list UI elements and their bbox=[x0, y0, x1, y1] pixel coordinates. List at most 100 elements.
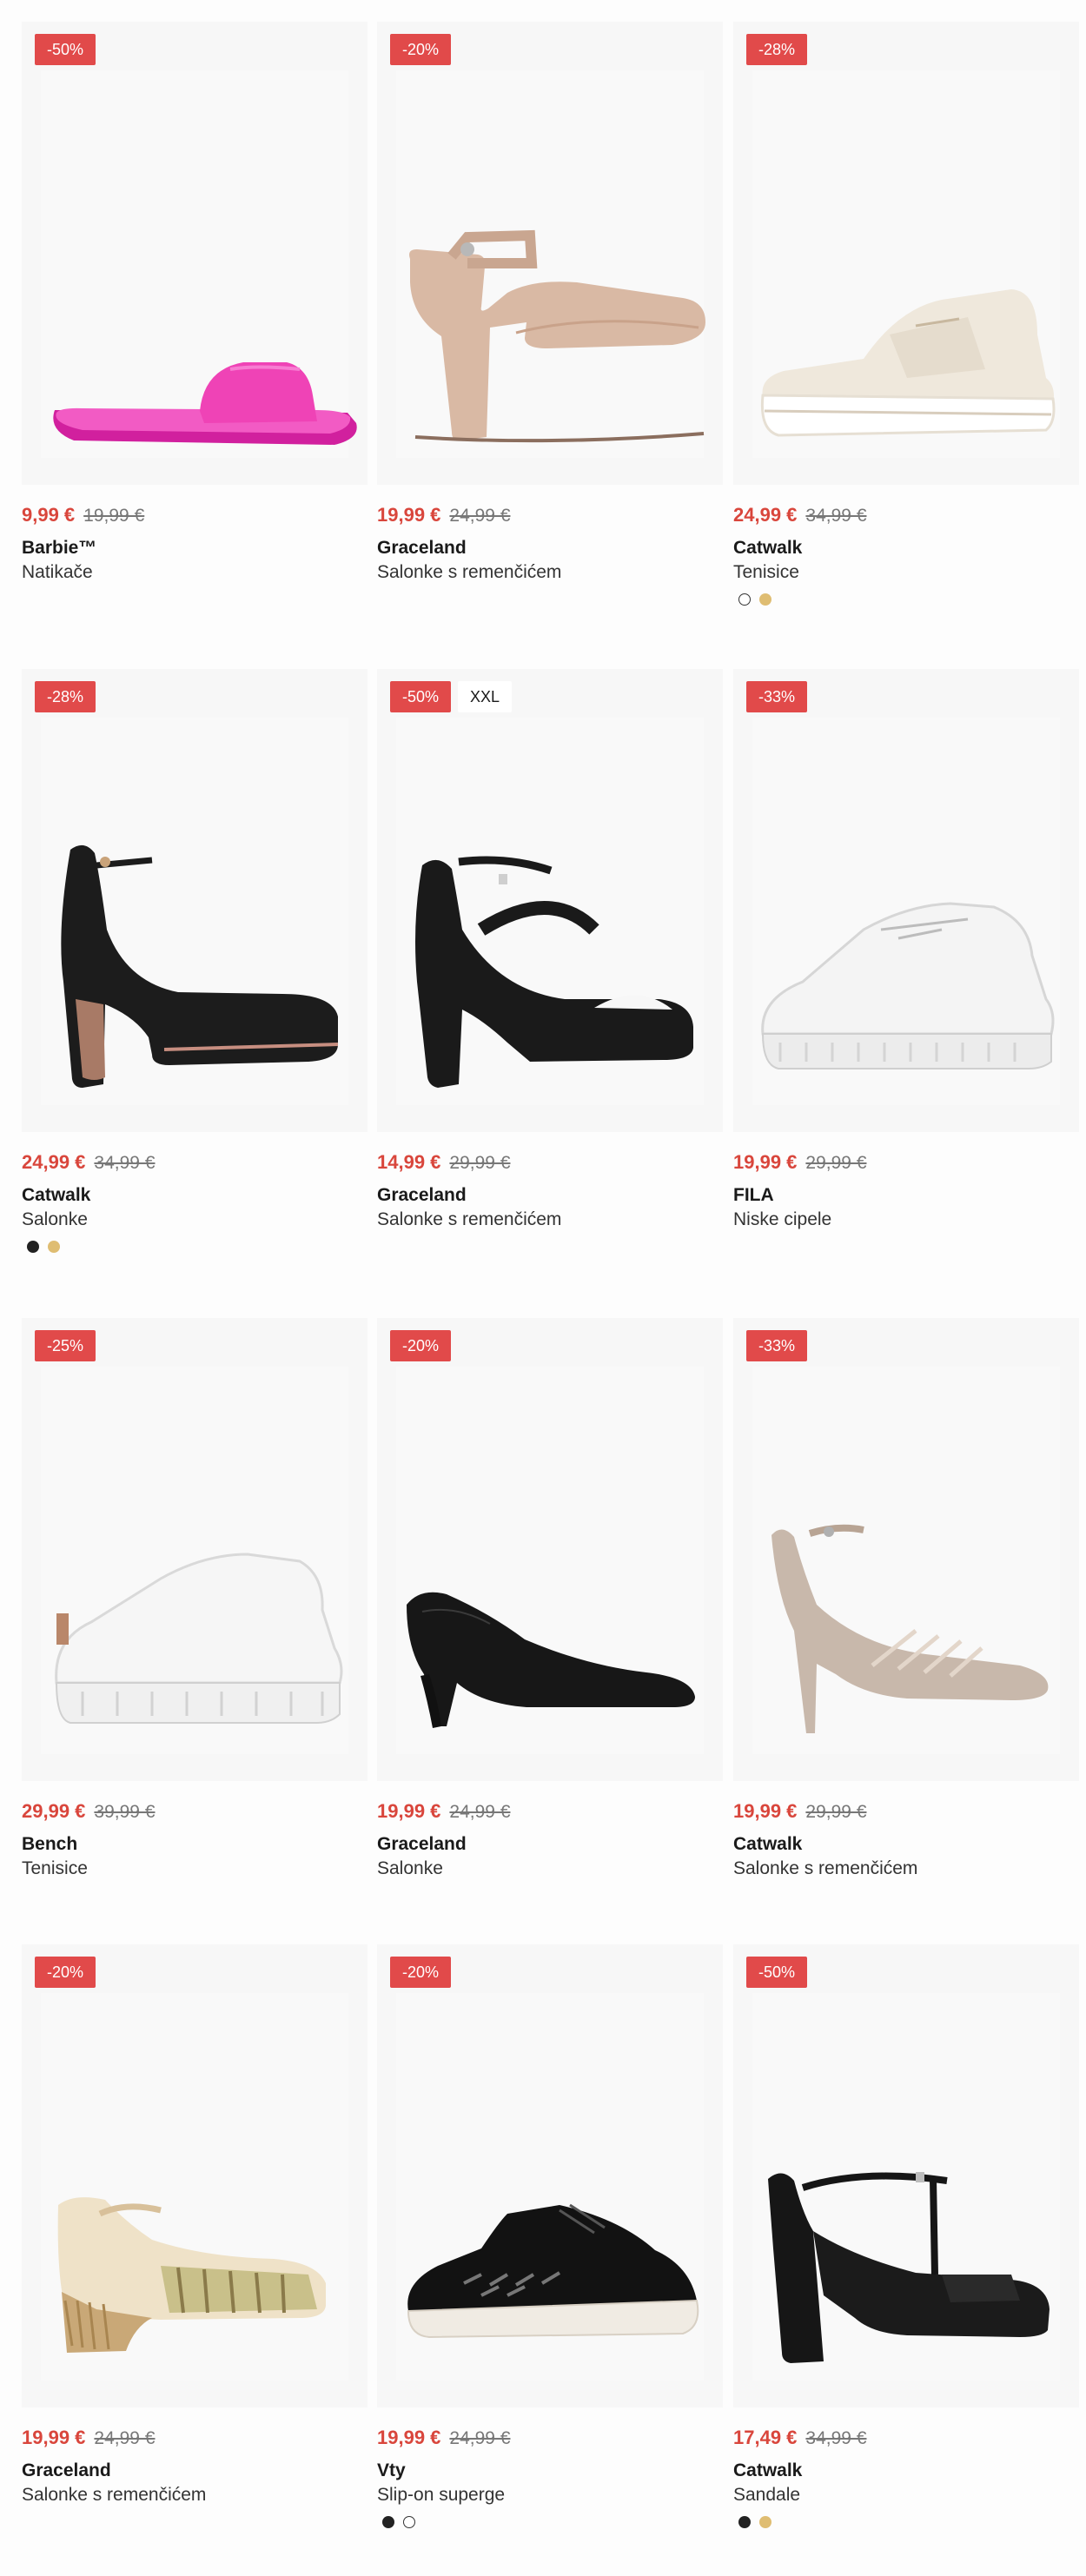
badge-row: -20% bbox=[35, 1957, 96, 1988]
product-image[interactable]: -20% bbox=[377, 22, 723, 485]
price-row: 19,99 € 24,99 € bbox=[377, 504, 510, 526]
product-image[interactable]: -50% bbox=[22, 22, 368, 485]
original-price: 29,99 € bbox=[805, 1802, 867, 1822]
product-brand[interactable]: Barbie™ bbox=[22, 538, 96, 559]
pink-slide-sandal-icon bbox=[53, 362, 357, 445]
product-image[interactable]: -50% XXL bbox=[377, 669, 723, 1132]
original-price: 19,99 € bbox=[83, 506, 145, 526]
product-brand[interactable]: Bench bbox=[22, 1834, 77, 1855]
size-badge: XXL bbox=[458, 681, 513, 712]
discount-badge: -33% bbox=[746, 1330, 808, 1361]
original-price: 24,99 € bbox=[94, 2428, 156, 2448]
original-price: 24,99 € bbox=[449, 2428, 511, 2448]
product-type[interactable]: Salonke s remenčićem bbox=[377, 1209, 561, 1230]
product-type[interactable]: Slip-on superge bbox=[377, 2485, 505, 2506]
product-brand[interactable]: FILA bbox=[733, 1185, 774, 1206]
product-type[interactable]: Salonke bbox=[22, 1209, 88, 1230]
original-price: 34,99 € bbox=[805, 506, 867, 526]
discount-badge: -25% bbox=[35, 1330, 96, 1361]
product-brand[interactable]: Graceland bbox=[377, 538, 467, 559]
sale-price: 19,99 € bbox=[733, 1800, 798, 1822]
product-brand[interactable]: Catwalk bbox=[733, 1834, 802, 1855]
beige-block-heel-icon bbox=[409, 229, 705, 443]
price-row: 19,99 € 24,99 € bbox=[22, 2427, 155, 2449]
discount-badge: -20% bbox=[390, 1957, 452, 1988]
product-image[interactable]: -20% bbox=[377, 1318, 723, 1781]
product-type[interactable]: Salonke bbox=[377, 1858, 443, 1879]
price-row: 9,99 € 19,99 € bbox=[22, 504, 144, 526]
product-brand[interactable]: Graceland bbox=[377, 1185, 467, 1206]
discount-badge: -28% bbox=[746, 34, 808, 65]
sale-price: 19,99 € bbox=[733, 1151, 798, 1173]
badge-row: -33% bbox=[746, 1330, 808, 1361]
product-type[interactable]: Sandale bbox=[733, 2485, 800, 2506]
price-row: 14,99 € 29,99 € bbox=[377, 1151, 510, 1174]
price-row: 19,99 € 29,99 € bbox=[733, 1151, 866, 1174]
color-swatch-gold[interactable] bbox=[759, 2516, 771, 2528]
product-brand[interactable]: Catwalk bbox=[22, 1185, 90, 1206]
price-row: 24,99 € 34,99 € bbox=[22, 1151, 155, 1174]
badge-row: -20% bbox=[390, 1957, 452, 1988]
product-type[interactable]: Natikače bbox=[22, 562, 93, 583]
discount-badge: -50% bbox=[746, 1957, 808, 1988]
badge-row: -33% bbox=[746, 681, 808, 712]
sale-price: 19,99 € bbox=[22, 2427, 86, 2448]
color-swatch-white[interactable] bbox=[738, 593, 751, 606]
sale-price: 19,99 € bbox=[377, 504, 441, 526]
product-image[interactable]: -28% bbox=[22, 669, 368, 1132]
sale-price: 17,49 € bbox=[733, 2427, 798, 2448]
product-brand[interactable]: Graceland bbox=[22, 2460, 111, 2481]
sale-price: 19,99 € bbox=[377, 2427, 441, 2448]
price-row: 29,99 € 39,99 € bbox=[22, 1800, 155, 1823]
product-brand[interactable]: Catwalk bbox=[733, 2460, 802, 2481]
black-peeptoe-heel-icon bbox=[415, 856, 693, 1088]
product-brand[interactable]: Graceland bbox=[377, 1834, 467, 1855]
color-swatches bbox=[382, 2516, 415, 2528]
product-type[interactable]: Tenisice bbox=[22, 1858, 88, 1879]
badge-row: -25% bbox=[35, 1330, 96, 1361]
sale-price: 14,99 € bbox=[377, 1151, 441, 1173]
product-type[interactable]: Niske cipele bbox=[733, 1209, 831, 1230]
product-image[interactable]: -50% bbox=[733, 1944, 1079, 2407]
product-image[interactable]: -28% bbox=[733, 22, 1079, 485]
color-swatch-gold[interactable] bbox=[48, 1241, 60, 1253]
product-image[interactable]: -33% bbox=[733, 1318, 1079, 1781]
color-swatches bbox=[27, 1241, 60, 1253]
price-row: 19,99 € 24,99 € bbox=[377, 2427, 510, 2449]
product-type[interactable]: Tenisice bbox=[733, 562, 799, 583]
product-type[interactable]: Salonke s remenčićem bbox=[377, 562, 561, 583]
badge-row: -50% bbox=[35, 34, 96, 65]
black-kitten-heel-icon bbox=[407, 1592, 695, 1728]
color-swatches bbox=[738, 2516, 771, 2528]
product-image[interactable]: -20% bbox=[377, 1944, 723, 2407]
discount-badge: -33% bbox=[746, 681, 808, 712]
black-tstrap-sandal-icon bbox=[768, 2172, 1050, 2363]
product-brand[interactable]: Vty bbox=[377, 2460, 406, 2481]
badge-row: -28% bbox=[746, 34, 808, 65]
black-platform-heel-icon bbox=[61, 844, 339, 1088]
price-row: 19,99 € 24,99 € bbox=[377, 1800, 510, 1823]
discount-badge: -50% bbox=[35, 34, 96, 65]
sale-price: 9,99 € bbox=[22, 504, 76, 526]
product-image[interactable]: -33% bbox=[733, 669, 1079, 1132]
color-swatch-black[interactable] bbox=[382, 2516, 394, 2528]
product-image[interactable]: -25% bbox=[22, 1318, 368, 1781]
product-type[interactable]: Salonke s remenčićem bbox=[733, 1858, 917, 1879]
original-price: 29,99 € bbox=[449, 1153, 511, 1173]
color-swatch-black[interactable] bbox=[27, 1241, 39, 1253]
color-swatch-white[interactable] bbox=[403, 2516, 415, 2528]
product-type[interactable]: Salonke s remenčićem bbox=[22, 2485, 206, 2506]
product-brand[interactable]: Catwalk bbox=[733, 538, 802, 559]
sale-price: 29,99 € bbox=[22, 1800, 86, 1822]
product-image[interactable]: -20% bbox=[22, 1944, 368, 2407]
original-price: 34,99 € bbox=[805, 2428, 867, 2448]
price-row: 24,99 € 34,99 € bbox=[733, 504, 866, 526]
badge-row: -50% XXL bbox=[390, 681, 513, 712]
badge-row: -20% bbox=[390, 1330, 452, 1361]
original-price: 24,99 € bbox=[449, 506, 511, 526]
color-swatch-black[interactable] bbox=[738, 2516, 751, 2528]
badge-row: -28% bbox=[35, 681, 96, 712]
discount-badge: -28% bbox=[35, 681, 96, 712]
color-swatch-gold[interactable] bbox=[759, 593, 771, 606]
original-price: 29,99 € bbox=[805, 1153, 867, 1173]
